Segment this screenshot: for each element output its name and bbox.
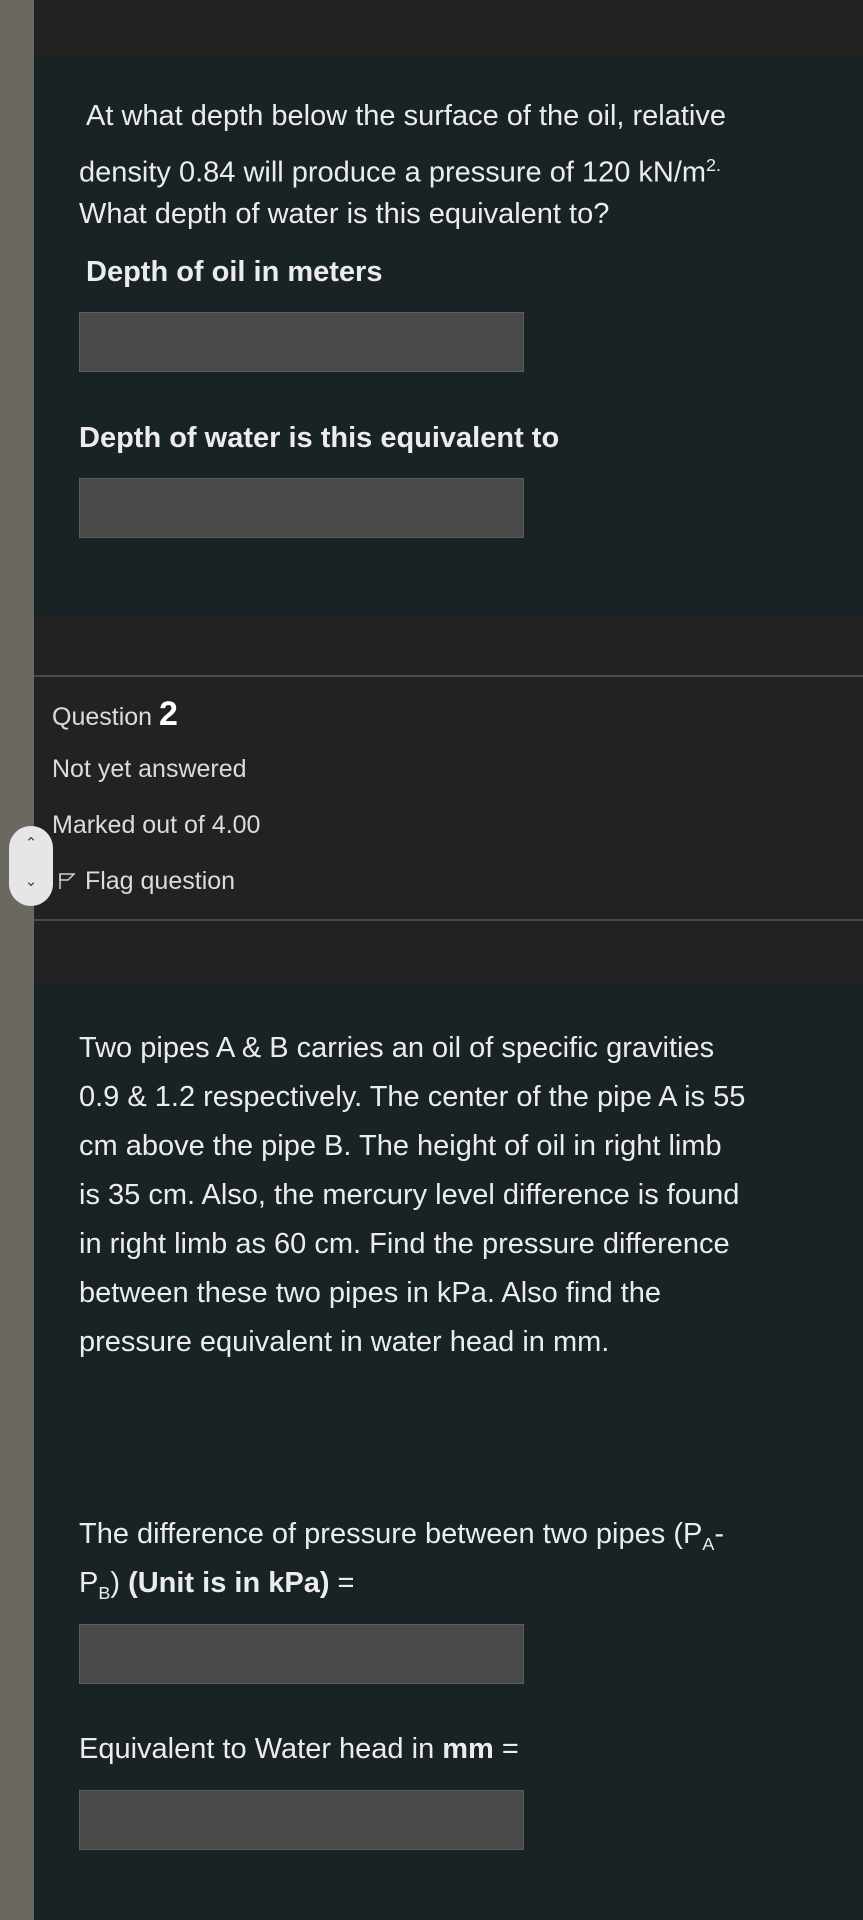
spacer: [34, 921, 863, 981]
water-depth-input[interactable]: [79, 478, 524, 538]
scroll-control[interactable]: ⌃ ⌄: [9, 826, 53, 906]
flag-question-link[interactable]: Flag question: [58, 867, 235, 897]
water-depth-label: Depth of water is this equivalent to: [79, 422, 560, 454]
chevron-down-icon[interactable]: ⌄: [9, 872, 53, 890]
question-text-line: 0.9 & 1.2 respectively. The center of th…: [79, 1081, 746, 1113]
question-number: Question 2: [52, 695, 178, 733]
question-1-content: At what depth below the surface of the o…: [34, 58, 863, 618]
left-edge-bar: [0, 0, 34, 1920]
spacer: [34, 618, 863, 675]
marks-info: Marked out of 4.00: [52, 811, 261, 839]
question-text-line: cm above the pipe B. The height of oil i…: [79, 1130, 722, 1162]
question-2-content: Two pipes A & B carries an oil of specif…: [34, 981, 863, 1920]
answer-status: Not yet answered: [52, 755, 247, 783]
oil-depth-label: Depth of oil in meters: [86, 256, 383, 288]
question-2-info: Question 2 Not yet answered Marked out o…: [34, 675, 863, 921]
pressure-diff-label-cont: PB) (Unit is in kPa) =: [79, 1567, 355, 1603]
question-text-line: in right limb as 60 cm. Find the pressur…: [79, 1228, 730, 1260]
pressure-diff-input[interactable]: [79, 1624, 524, 1684]
oil-depth-input[interactable]: [79, 312, 524, 372]
top-strip: [34, 0, 863, 58]
water-head-label: Equivalent to Water head in mm =: [79, 1733, 519, 1765]
question-text-line: between these two pipes in kPa. Also fin…: [79, 1277, 661, 1309]
question-text-line: pressure equivalent in water head in mm.: [79, 1326, 610, 1358]
question-text-line: is 35 cm. Also, the mercury level differ…: [79, 1179, 740, 1211]
water-head-input[interactable]: [79, 1790, 524, 1850]
chevron-up-icon[interactable]: ⌃: [9, 834, 53, 852]
question-text-line: Two pipes A & B carries an oil of specif…: [79, 1032, 715, 1064]
question-text-line: At what depth below the surface of the o…: [86, 100, 726, 132]
flag-icon: [58, 868, 78, 897]
question-text-line: What depth of water is this equivalent t…: [79, 198, 610, 230]
